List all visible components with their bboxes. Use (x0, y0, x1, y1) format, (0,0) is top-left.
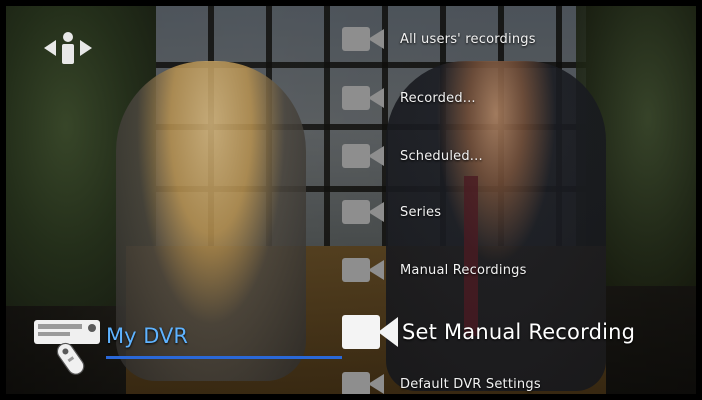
menu-item-scheduled[interactable]: Scheduled... (342, 136, 483, 176)
menu-item-label: All users' recordings (400, 31, 536, 47)
info-icon[interactable] (44, 31, 92, 65)
video-camera-icon (342, 84, 386, 112)
menu-item-series[interactable]: Series (342, 192, 441, 232)
menu-item-label: Series (400, 204, 442, 220)
menu-item-label: Default DVR Settings (400, 376, 541, 392)
section-underline (106, 356, 342, 359)
menu-item-label: Recorded... (400, 90, 476, 106)
menu-item-all-users-recordings[interactable]: All users' recordings (342, 19, 536, 59)
video-camera-icon (342, 256, 386, 284)
menu-item-manual-recordings[interactable]: Manual Recordings (342, 250, 527, 290)
video-camera-icon (342, 313, 400, 351)
menu-item-set-manual-recording[interactable]: Set Manual Recording (342, 312, 635, 352)
video-camera-icon (342, 142, 386, 170)
menu-item-label: Set Manual Recording (402, 320, 636, 344)
video-camera-icon (342, 198, 386, 226)
menu-item-recorded[interactable]: Recorded... (342, 78, 476, 118)
video-camera-icon (342, 25, 386, 53)
video-camera-icon (342, 370, 386, 394)
dvr-remote-icon (34, 320, 100, 375)
menu-item-default-dvr-settings[interactable]: Default DVR Settings (342, 364, 541, 394)
menu-item-label: Scheduled... (400, 148, 483, 164)
tv-screen: All users' recordings Recorded... Schedu… (6, 6, 696, 394)
section-title: My DVR (106, 324, 188, 348)
menu-item-label: Manual Recordings (400, 262, 527, 278)
